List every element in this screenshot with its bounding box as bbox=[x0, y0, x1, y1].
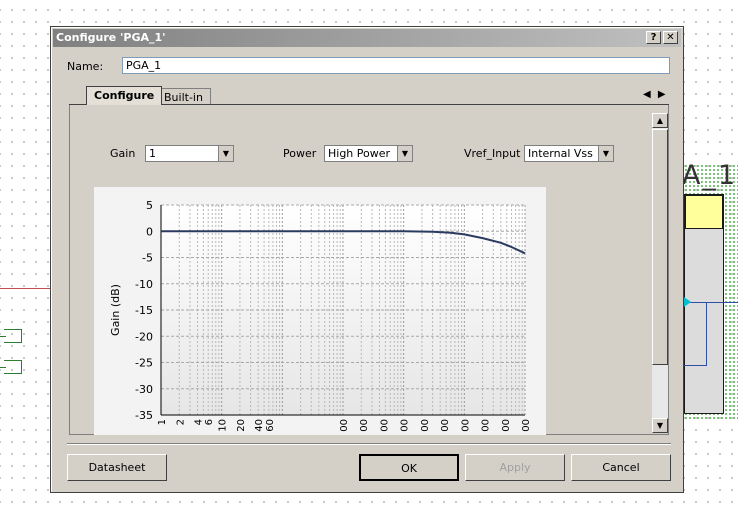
scroll-up-button[interactable]: ▲ bbox=[652, 113, 668, 128]
x-tick-label: 40 bbox=[254, 419, 265, 432]
chevron-right-icon[interactable]: ▶ bbox=[658, 89, 666, 100]
scroll-down-button[interactable]: ▼ bbox=[652, 418, 668, 433]
dialog-titlebar[interactable]: Configure 'PGA_1' ? ✕ bbox=[53, 29, 681, 47]
x-tick-label: 00 bbox=[400, 419, 411, 432]
x-tick-label: 2 bbox=[175, 419, 186, 425]
power-select-value: High Power bbox=[328, 147, 391, 160]
y-tick-label: 5 bbox=[146, 199, 153, 212]
tab-scroll-arrows: ◀ ▶ bbox=[643, 89, 666, 100]
component-header[interactable] bbox=[684, 194, 724, 230]
chevron-left-icon[interactable]: ◀ bbox=[643, 89, 651, 100]
name-field[interactable]: PGA_1 bbox=[122, 57, 670, 74]
y-tick-label: -30 bbox=[135, 383, 153, 396]
tab-built-in[interactable]: Built-in bbox=[156, 88, 211, 105]
y-tick-label: -35 bbox=[135, 409, 153, 422]
y-tick-label: -10 bbox=[135, 278, 153, 291]
gain-chart-svg: 5 0 -5 -10 -15 -20 -25 -30 -35 1 2 4 6 10 20 40 60 00 00 00… bbox=[109, 199, 532, 432]
schematic-wire bbox=[706, 302, 707, 366]
x-tick-label: 60 bbox=[265, 419, 276, 432]
x-tick-label: 00 bbox=[501, 419, 512, 432]
x-tick-label: 10 bbox=[218, 419, 229, 432]
button-separator bbox=[67, 443, 671, 445]
schematic-wire bbox=[690, 302, 738, 303]
schematic-pin bbox=[0, 360, 22, 374]
chevron-down-icon: ▼ bbox=[218, 146, 233, 161]
panel-scrollbar[interactable]: ▲ ▼ bbox=[652, 113, 668, 433]
y-tick-label: -15 bbox=[135, 304, 153, 317]
chevron-down-icon: ▼ bbox=[397, 146, 412, 161]
apply-button[interactable]: Apply bbox=[465, 454, 565, 481]
cancel-button[interactable]: Cancel bbox=[571, 454, 671, 481]
vref-input-select[interactable]: Internal Vss ▼ bbox=[524, 145, 614, 162]
vref-input-label: Vref_Input bbox=[464, 147, 521, 160]
x-tick-label: 00 bbox=[339, 419, 350, 432]
power-label: Power bbox=[283, 147, 317, 160]
chevron-down-icon: ▼ bbox=[598, 146, 613, 161]
schematic-pin bbox=[0, 329, 22, 343]
pin-arrow-icon bbox=[684, 297, 691, 307]
y-tick-label: -20 bbox=[135, 330, 153, 343]
x-tick-label: 00 bbox=[521, 419, 532, 432]
y-tick-label: -25 bbox=[135, 357, 153, 370]
gain-chart: 5 0 -5 -10 -15 -20 -25 -30 -35 1 2 4 6 10 20 40 60 00 00 00… bbox=[94, 187, 546, 435]
x-tick-label: 00 bbox=[379, 419, 390, 432]
x-tick-label: 00 bbox=[359, 419, 370, 432]
power-select[interactable]: High Power ▼ bbox=[324, 145, 413, 162]
y-tick-label: -5 bbox=[142, 252, 153, 265]
component-label: A_1 bbox=[682, 160, 738, 191]
x-tick-label: 00 bbox=[460, 419, 471, 432]
gain-select-value: 1 bbox=[149, 147, 156, 160]
schematic-wire bbox=[0, 288, 52, 289]
component-body[interactable] bbox=[684, 228, 724, 414]
close-button[interactable]: ✕ bbox=[663, 31, 678, 44]
dialog-title: Configure 'PGA_1' bbox=[56, 31, 166, 44]
datasheet-button[interactable]: Datasheet bbox=[67, 454, 167, 481]
gain-label: Gain bbox=[110, 147, 136, 160]
x-tick-label: 1 bbox=[157, 419, 168, 425]
y-axis-label: Gain (dB) bbox=[109, 284, 122, 336]
configure-panel: Gain 1 ▼ Power High Power ▼ Vref_Input I… bbox=[69, 105, 669, 435]
x-tick-label: 00 bbox=[481, 419, 492, 432]
tab-configure[interactable]: Configure bbox=[86, 86, 163, 105]
schematic-wire bbox=[684, 365, 707, 366]
x-tick-label: 00 bbox=[420, 419, 431, 432]
name-label: Name: bbox=[67, 60, 104, 73]
gain-select[interactable]: 1 ▼ bbox=[145, 145, 234, 162]
x-tick-label: 6 bbox=[204, 419, 215, 425]
y-tick-label: 0 bbox=[146, 225, 153, 238]
x-tick-label: 00 bbox=[440, 419, 451, 432]
vref-input-select-value: Internal Vss bbox=[528, 147, 593, 160]
scrollbar-thumb[interactable] bbox=[652, 129, 668, 365]
x-tick-label: 4 bbox=[194, 419, 205, 425]
configure-dialog: Configure 'PGA_1' ? ✕ Name: PGA_1 Config… bbox=[50, 26, 684, 493]
x-tick-label: 20 bbox=[236, 419, 247, 432]
help-button[interactable]: ? bbox=[646, 31, 661, 44]
ok-button[interactable]: OK bbox=[359, 454, 459, 481]
